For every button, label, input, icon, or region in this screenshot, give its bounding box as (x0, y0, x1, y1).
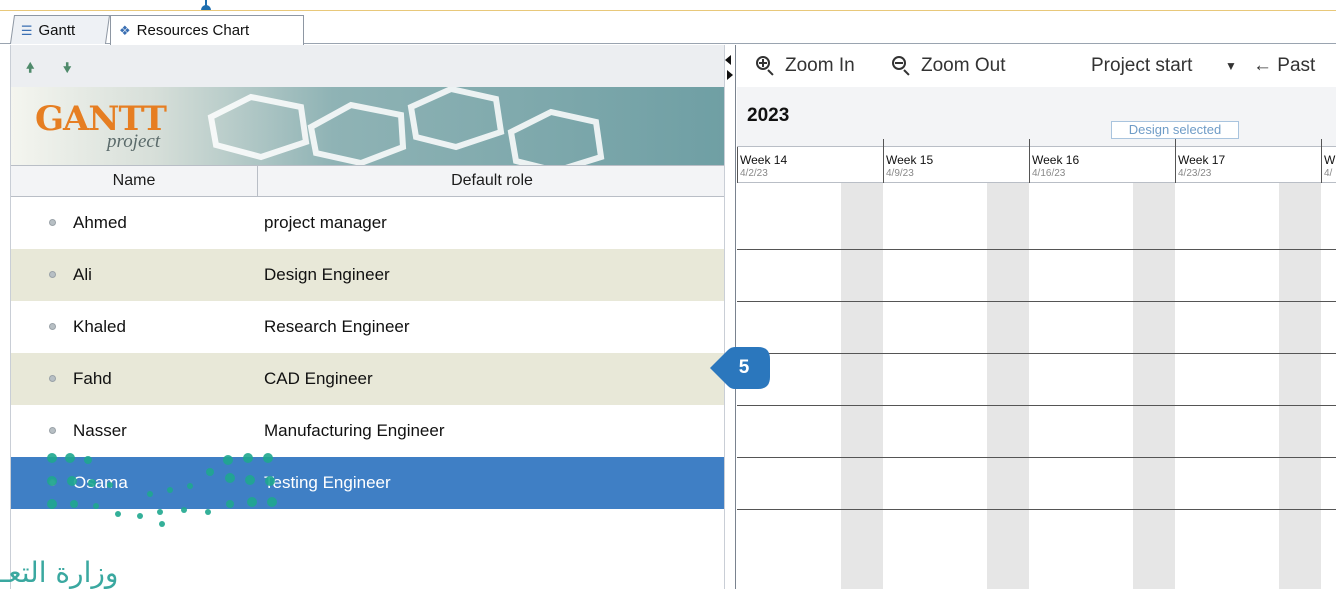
week-tick (883, 139, 884, 147)
gantt-icon: ☰ (20, 22, 33, 38)
resource-role: project manager (264, 213, 387, 232)
table-header: Name Default role (11, 165, 725, 197)
expand-right-icon[interactable] (727, 70, 733, 80)
bullet-icon (49, 323, 56, 330)
year-label: 2023 (747, 105, 790, 126)
week-date: 4/16/23 (1032, 168, 1066, 179)
resource-role: Manufacturing Engineer (264, 421, 445, 440)
bullet-icon (49, 479, 56, 486)
chart-grid[interactable] (737, 183, 1336, 589)
week-date: 4/9/23 (886, 168, 914, 179)
resource-role: CAD Engineer (264, 369, 373, 388)
past-button[interactable]: ← Past (1253, 55, 1315, 77)
arrow-up-icon[interactable]: 🠝 (26, 59, 34, 81)
column-header-default-role[interactable]: Default role (259, 166, 725, 196)
row-line (737, 301, 1336, 302)
timeline-header: 2023 Design selected (737, 87, 1336, 147)
bullet-icon (49, 375, 56, 382)
resource-chart-panel: Zoom In Zoom Out Project start ▼ ← Past … (737, 45, 1336, 589)
resource-name: Fahd (73, 369, 112, 388)
zoom-out-icon (891, 55, 913, 77)
step-number: 5 (738, 357, 750, 378)
row-line (737, 457, 1336, 458)
week-cell: Week 15 4/9/23 (883, 147, 1029, 183)
table-row[interactable]: Ahmed project manager (11, 197, 725, 249)
week-label: W (1324, 153, 1336, 167)
tab-resources-chart[interactable]: ❖ Resources Chart (110, 15, 304, 45)
bullet-icon (49, 219, 56, 226)
chart-toolbar: Zoom In Zoom Out Project start ▼ ← Past (737, 45, 1336, 87)
left-toolbar: 🠝 🠟 (11, 45, 725, 87)
column-header-name[interactable]: Name (11, 166, 258, 196)
resource-role: Design Engineer (264, 265, 390, 284)
week-label: Week 16 (1032, 153, 1080, 167)
tab-resources-label: Resources Chart (136, 22, 250, 39)
week-label: Week 17 (1178, 153, 1226, 167)
hexagon-pattern (207, 87, 605, 165)
week-date: 4/2/23 (740, 168, 768, 179)
dropdown-caret-icon[interactable]: ▼ (1225, 59, 1237, 73)
table-row[interactable]: Khaled Research Engineer (11, 301, 725, 353)
resource-role: Research Engineer (264, 317, 410, 336)
logo-sub: project (107, 131, 161, 152)
resource-list-panel: 🠝 🠟 GANTT project Name Default role Ahme… (10, 45, 725, 589)
watermark-text: وزارة التعـ (0, 556, 119, 589)
zoom-in-label: Zoom In (785, 55, 855, 76)
arrow-down-icon[interactable]: 🠟 (63, 59, 71, 81)
resource-name: Nasser (73, 421, 127, 440)
design-selected-label: Design selected (1111, 121, 1239, 139)
tab-gantt-label: Gantt (38, 21, 76, 39)
resource-name: Ahmed (73, 213, 127, 232)
bullet-icon (49, 271, 56, 278)
bullet-icon (49, 427, 56, 434)
week-cell: Week 17 4/23/23 (1175, 147, 1321, 183)
resource-name: Ali (73, 265, 92, 284)
week-label: Week 14 (740, 153, 788, 167)
weekend-shade (1279, 183, 1321, 589)
table-row[interactable]: Fahd CAD Engineer (11, 353, 725, 405)
week-date: 4/ (1324, 168, 1333, 179)
resource-name: Osama (73, 473, 128, 492)
row-line (737, 405, 1336, 406)
zoom-in-button[interactable]: Zoom In (755, 55, 855, 77)
weekend-shade (841, 183, 883, 589)
weekend-shade (987, 183, 1029, 589)
week-cell: W 4/ (1321, 147, 1336, 183)
logo-banner: GANTT project (11, 87, 725, 165)
table-row-selected[interactable]: Osama Testing Engineer (11, 457, 725, 509)
week-cell: Week 16 4/16/23 (1029, 147, 1175, 183)
row-line (737, 509, 1336, 510)
table-row[interactable]: Ali Design Engineer (11, 249, 725, 301)
zoom-out-button[interactable]: Zoom Out (891, 55, 1005, 77)
week-row: Week 14 4/2/23 Week 15 4/9/23 Week 16 4/… (737, 147, 1336, 183)
row-line (737, 249, 1336, 250)
table-row[interactable]: Nasser Manufacturing Engineer (11, 405, 725, 457)
week-date: 4/23/23 (1178, 168, 1212, 179)
week-label: Week 15 (886, 153, 934, 167)
week-tick (1029, 139, 1030, 147)
week-tick (1321, 139, 1322, 147)
row-line (737, 353, 1336, 354)
resource-name: Khaled (73, 317, 126, 336)
weekend-shade (1133, 183, 1175, 589)
week-tick (1175, 139, 1176, 147)
panel-splitter[interactable] (724, 45, 736, 589)
resource-role: Testing Engineer (264, 473, 391, 492)
project-start-label: Project start (1091, 55, 1193, 76)
zoom-out-label: Zoom Out (921, 55, 1006, 76)
project-start-dropdown[interactable]: Project start (1091, 55, 1192, 77)
week-cell: Week 14 4/2/23 (737, 147, 883, 183)
zoom-in-icon (755, 55, 777, 77)
resources-icon: ❖ (119, 22, 131, 38)
collapse-left-icon[interactable] (725, 55, 731, 65)
tab-gantt[interactable]: ☰ Gantt (9, 15, 111, 44)
past-label: ← Past (1253, 55, 1316, 76)
